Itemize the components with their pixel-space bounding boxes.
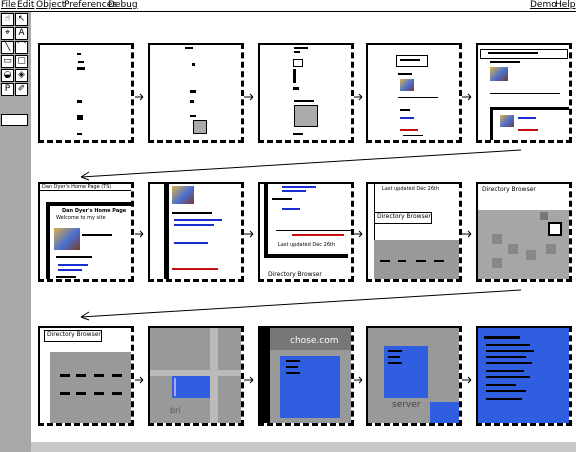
storyboard-frame-13[interactable]: chose.com [258,326,354,426]
eyedropper-icon[interactable]: ✐ [15,83,28,96]
menu-object[interactable]: Object [36,0,65,11]
tool-palette: ☝ ↖ ⌖ A ╲ ⌒ ▭ ▢ ◒ ◈ P ✐ [0,12,30,452]
storyboard-frame-6[interactable]: Dan Dyer's Home Page (TS) Dan Dyer's Hom… [38,182,134,282]
menu-file[interactable]: File [1,0,16,11]
storyboard-frame-10[interactable]: Directory Browser [476,182,572,282]
storyboard-frame-11[interactable]: Directory Browser [38,326,134,426]
menu-bar: File Edit Object Preferences Debug Demo … [0,0,576,12]
menu-demo[interactable]: Demo [530,0,557,11]
storyboard-frame-12[interactable]: bri [148,326,244,426]
directory-browser-title: Directory Browser [377,213,431,220]
page-title: Dan Dyer's Home Page [62,208,127,214]
oval-icon[interactable]: ◒ [1,69,14,82]
directory-browser-label: Directory Browser [268,271,322,278]
storyboard-frame-3[interactable] [258,43,354,143]
pointer-icon[interactable]: ☝ [1,13,14,26]
storyboard-frame-2[interactable] [148,43,244,143]
storyboard-frame-8[interactable]: Last updated Dec 26th Directory Browser [258,182,354,282]
page-subtitle: Welcome to my site [56,215,106,221]
text-icon[interactable]: A [15,27,28,40]
polygon-icon[interactable]: ◈ [15,69,28,82]
storyboard-canvas[interactable]: Dan Dyer's Home Page (TS) Dan Dyer's Hom… [31,12,576,442]
directory-browser-heading: Directory Browser [482,186,536,193]
last-updated-text: Last updated Dec 26th [278,242,336,248]
directory-browser-title: Directory Browser [47,331,101,338]
hand-icon[interactable]: ↖ [15,13,28,26]
storyboard-frame-9[interactable]: Last updated Dec 26th Directory Browser [366,182,462,282]
server-label: server [392,400,421,410]
status-bar [31,442,576,452]
rounded-rectangle-icon[interactable]: ▢ [15,55,28,68]
storyboard-frame-14[interactable]: server [366,326,462,426]
paint-icon[interactable]: P [1,83,14,96]
select-icon[interactable]: ⌖ [1,27,14,40]
site-banner: chose.com [290,336,339,346]
storyboard-frame-7[interactable] [148,182,244,282]
storyboard-frame-15[interactable] [476,326,572,426]
menu-edit[interactable]: Edit [17,0,34,11]
menu-debug[interactable]: Debug [108,0,138,11]
storyboard-frame-5[interactable] [476,43,572,143]
storyboard-frame-4[interactable] [366,43,462,143]
color-swatch[interactable] [1,114,28,126]
line-icon[interactable]: ╲ [1,41,14,54]
menu-help[interactable]: Help [555,0,576,11]
storyboard-frame-1[interactable] [38,43,134,143]
curve-icon[interactable]: ⌒ [15,41,28,54]
rectangle-icon[interactable]: ▭ [1,55,14,68]
